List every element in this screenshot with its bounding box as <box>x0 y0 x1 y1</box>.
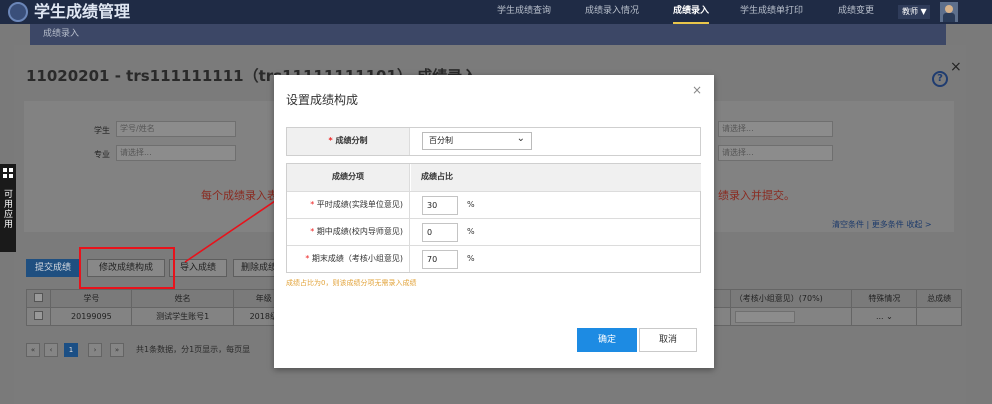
dialog-title: 设置成绩构成 <box>286 93 359 107</box>
col-score-item: 成绩分项 <box>287 164 410 191</box>
item-label: 期末成绩（考核小组意见) <box>311 254 403 263</box>
set-composition-dialog: 设置成绩构成 × * 成绩分制 百分制 成绩分项 成绩占比 * 平时成绩(实践单… <box>274 75 714 368</box>
score-system-select[interactable]: 百分制 <box>422 131 532 150</box>
items-header-row: 成绩分项 成绩占比 <box>287 164 701 191</box>
percent-unit: % <box>467 200 475 209</box>
ratio-note: 成绩占比为0，则该成绩分项无需录入成绩 <box>286 279 417 287</box>
col-score-ratio: 成绩占比 <box>411 164 701 191</box>
percent-unit: % <box>467 254 475 263</box>
confirm-button[interactable]: 确定 <box>577 328 637 352</box>
ratio-input[interactable]: 30 <box>422 196 458 215</box>
item-label: 期中成绩(校内导师意见) <box>316 227 403 236</box>
dialog-close-icon[interactable]: × <box>692 83 702 97</box>
score-system-box: * 成绩分制 百分制 <box>286 127 701 156</box>
item-label: 平时成绩(实践单位意见) <box>316 200 403 209</box>
item-row: * 期中成绩(校内导师意见) 0 % <box>287 218 700 245</box>
item-row: * 平时成绩(实践单位意见) 30 % <box>287 191 700 218</box>
ratio-input[interactable]: 70 <box>422 250 458 269</box>
item-row: * 期末成绩（考核小组意见) 70 % <box>287 245 700 272</box>
percent-unit: % <box>467 227 475 236</box>
score-items-table: 成绩分项 成绩占比 * 平时成绩(实践单位意见) 30 % * 期中成绩(校内导… <box>286 163 701 273</box>
score-system-label: 成绩分制 <box>335 136 368 145</box>
ratio-input[interactable]: 0 <box>422 223 458 242</box>
cancel-button[interactable]: 取消 <box>639 328 697 352</box>
